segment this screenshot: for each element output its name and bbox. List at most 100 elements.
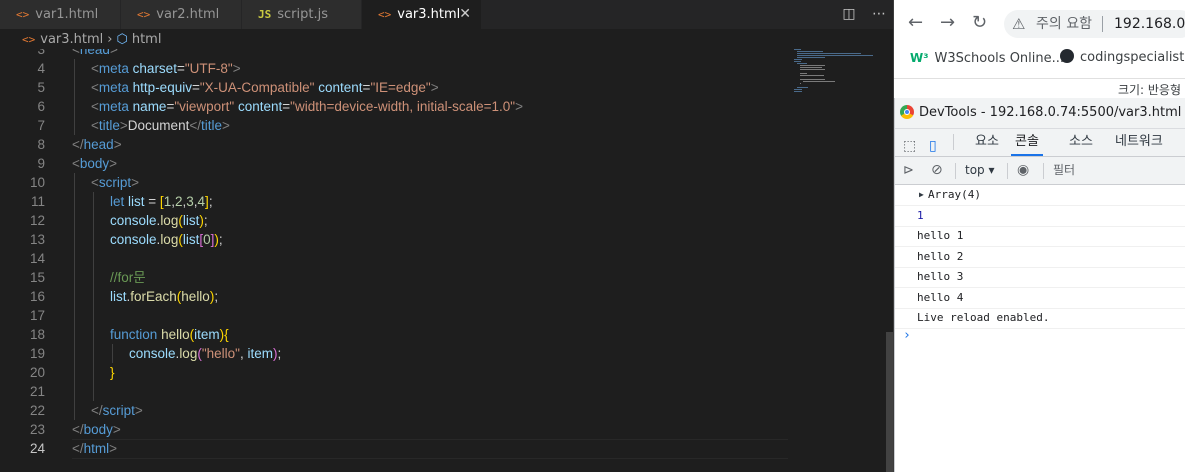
code-line[interactable]: 23 </body> [0, 420, 788, 439]
code-line[interactable]: 3 <head> [0, 49, 788, 59]
code-line[interactable]: 5 <meta http-equiv="X-UA-Compatible" cont… [0, 78, 788, 97]
console-message: hello 4 [895, 288, 1185, 309]
inspect-element-icon[interactable]: ⬚ [903, 133, 916, 159]
code-line[interactable]: 7 <title>Document</title> [0, 116, 788, 135]
editor-tab-bar: <> var1.html <> var2.html JS script.js <> va… [0, 0, 894, 29]
separator [953, 134, 954, 150]
code-line[interactable]: 8 </head> [0, 135, 788, 154]
console-message-text: Array(4) [928, 188, 981, 201]
indent-guide [93, 306, 94, 325]
code-line[interactable]: 13 console.log(list[0]); [0, 230, 788, 249]
chevron-right-icon: › [107, 32, 113, 47]
console-message[interactable]: ▶ Array(4) [895, 185, 1185, 206]
code-token: = [176, 61, 185, 76]
code-text: } [110, 363, 115, 382]
reload-icon[interactable]: ↻ [972, 12, 987, 33]
code-line[interactable]: 14 [0, 249, 788, 268]
code-line[interactable]: 22 </script> [0, 401, 788, 420]
breadcrumb-file[interactable]: var3.html [40, 32, 103, 47]
indent-guide [74, 325, 75, 344]
code-token: } [110, 365, 115, 380]
code-token: "X-UA-Compatible" [199, 80, 315, 95]
code-token: < [91, 80, 99, 95]
code-line[interactable]: 12 console.log(list); [0, 211, 788, 230]
breadcrumb-symbol[interactable]: html [132, 32, 162, 47]
indent-guide [74, 173, 75, 192]
minimap-line [800, 67, 822, 68]
tab-console[interactable]: 콘솔 [1011, 129, 1043, 156]
code-line[interactable]: 20} [0, 363, 788, 382]
code-line[interactable]: 17 [0, 306, 788, 325]
minimap-line [794, 91, 803, 92]
tab-var2-html[interactable]: <> var2.html [121, 0, 242, 29]
tab-script-js[interactable]: JS script.js [242, 0, 362, 29]
line-number: 6 [37, 99, 45, 114]
devtools-title: DevTools - 192.168.0.74:5500/var3.html [919, 105, 1182, 120]
tab-sources[interactable]: 소스 [1069, 129, 1093, 155]
filter-input[interactable]: 필터 [1053, 157, 1075, 184]
minimap-line [794, 61, 802, 62]
line-number: 14 [29, 251, 45, 266]
close-icon[interactable]: ✕ [459, 0, 471, 29]
url-text[interactable]: 192.168.0.7 [1114, 10, 1185, 38]
code-area[interactable]: 3 <head> 4 <meta charset="UTF-8"> 5 <meta htt… [0, 49, 788, 472]
code-token: list [182, 213, 200, 228]
minimap[interactable] [794, 49, 880, 109]
code-line[interactable]: 18 function hello(item){ [0, 325, 788, 344]
split-editor-icon[interactable]: ◫ [842, 0, 855, 29]
code-line[interactable]: 9 <body> [0, 154, 788, 173]
bookmark-w3schools[interactable]: W³ W3Schools Online... [910, 45, 1064, 72]
eye-icon[interactable]: ◉ [1017, 157, 1029, 184]
code-token: ; [214, 289, 219, 304]
code-text: <head> [72, 49, 118, 59]
indent-guide [74, 382, 75, 401]
code-token: title [200, 118, 222, 133]
code-token: console [110, 213, 157, 228]
tab-elements[interactable]: 요소 [975, 129, 999, 155]
expand-arrow-icon[interactable]: ▶ [919, 185, 924, 205]
tab-network[interactable]: 네트워크 [1115, 129, 1163, 155]
code-token: </ [72, 441, 84, 456]
console-message: Live reload enabled. [895, 308, 1185, 329]
indent-guide [93, 325, 94, 344]
console-prompt-icon[interactable]: › [903, 328, 911, 343]
code-line[interactable]: 4 <meta charset="UTF-8"> [0, 59, 788, 78]
device-toggle-icon[interactable]: ▯ [929, 133, 937, 159]
device-size-select[interactable]: 크기: 반응형 [1118, 81, 1181, 98]
code-line[interactable]: 21 [0, 382, 788, 401]
tab-var1-html[interactable]: <> var1.html [0, 0, 121, 29]
back-arrow-icon[interactable]: ← [908, 12, 923, 33]
more-actions-icon[interactable]: ⋯ [872, 0, 886, 29]
code-token: ; [277, 346, 282, 361]
clear-console-icon[interactable]: ⊘ [931, 157, 943, 184]
forward-arrow-icon[interactable]: → [940, 12, 955, 33]
url-bar[interactable]: ⚠ 주의 요함 192.168.0.7 [1004, 10, 1185, 38]
code-line[interactable]: 16 list.forEach(hello); [0, 287, 788, 306]
code-line[interactable]: 10 <script> [0, 173, 788, 192]
code-line[interactable]: 6 <meta name="viewport" content="width=de… [0, 97, 788, 116]
indent-guide [74, 116, 75, 135]
code-token: "UTF-8" [184, 61, 233, 76]
code-token: > [109, 441, 118, 456]
code-line[interactable]: 15 //for문 [0, 268, 788, 287]
code-line[interactable]: 11 let list = [1,2,3,4]; [0, 192, 788, 211]
code-line[interactable]: 24 </html> [0, 439, 788, 459]
line-number: 7 [37, 118, 45, 133]
code-editor: <> var1.html <> var2.html JS script.js <> va… [0, 0, 894, 472]
bookmark-codingspecialist[interactable]: codingspecialist [1060, 45, 1184, 71]
code-line[interactable]: 19 console.log("hello", item); [0, 344, 788, 363]
code-token: title [98, 118, 120, 133]
security-warning[interactable]: 주의 요함 [1036, 10, 1092, 38]
code-token: </ [72, 422, 84, 437]
warning-icon[interactable]: ⚠ [1012, 10, 1025, 38]
indent-guide [74, 59, 75, 78]
code-token: //for문 [110, 270, 146, 285]
tab-var3-html[interactable]: <> var3.html ✕ [362, 0, 482, 29]
indent-guide [93, 268, 94, 287]
console-output[interactable]: ▶ Array(4) 1 hello 1 hello 2 hello 3 hello 4 Li… [895, 185, 1185, 472]
code-text: </html> [72, 439, 117, 458]
context-select[interactable]: top ▾ [965, 157, 995, 184]
devtools-titlebar: DevTools - 192.168.0.74:5500/var3.html [895, 98, 1185, 129]
breadcrumb: <> var3.html › ⬡ html [0, 29, 894, 51]
sidebar-toggle-icon[interactable]: ⊳ [903, 157, 914, 184]
